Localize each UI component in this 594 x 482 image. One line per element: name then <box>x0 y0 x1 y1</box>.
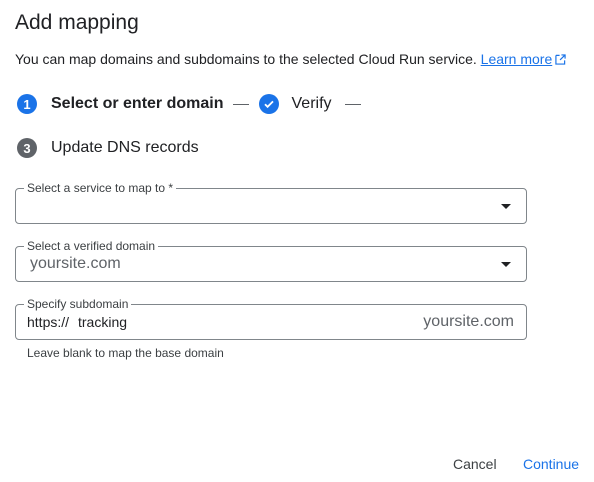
subdomain-field-label: Specify subdomain <box>24 297 132 311</box>
step-3-label: Update DNS records <box>51 139 199 156</box>
service-select[interactable]: Select a service to map to * <box>15 181 527 224</box>
step-3-number: 3 <box>17 138 37 158</box>
domain-select-label: Select a verified domain <box>24 239 159 253</box>
cancel-button[interactable]: Cancel <box>453 456 497 472</box>
domain-select[interactable]: Select a verified domain yoursite.com <box>15 239 527 282</box>
stepper: 1 Select or enter domain Verify <box>17 94 371 114</box>
service-select-label: Select a service to map to * <box>24 181 177 195</box>
check-icon <box>258 94 279 114</box>
domain-select-value: yoursite.com <box>30 255 121 272</box>
step-separator <box>344 103 361 105</box>
learn-more-link[interactable]: Learn more <box>481 51 567 67</box>
subdomain-hint: Leave blank to map the base domain <box>27 346 224 360</box>
step-1-number: 1 <box>17 94 37 114</box>
subdomain-prefix: https:// <box>27 314 70 330</box>
dialog-title: Add mapping <box>15 11 139 34</box>
subdomain-input[interactable]: tracking <box>78 314 127 330</box>
add-mapping-dialog: Add mapping You can map domains and subd… <box>0 0 594 482</box>
continue-button[interactable]: Continue <box>523 456 579 472</box>
subdomain-field[interactable]: Specify subdomain https:// tracking your… <box>15 297 527 340</box>
step-2-label: Verify <box>291 95 332 112</box>
dropdown-caret-icon <box>501 204 511 209</box>
step-3: 3 Update DNS records <box>17 138 199 158</box>
learn-more-label: Learn more <box>480 51 553 67</box>
step-1-label: Select or enter domain <box>51 95 224 112</box>
dropdown-caret-icon <box>501 262 511 267</box>
step-separator <box>232 103 249 105</box>
description-text: You can map domains and subdomains to th… <box>15 51 477 67</box>
dialog-description: You can map domains and subdomains to th… <box>15 51 566 68</box>
subdomain-suffix: yoursite.com <box>423 313 514 330</box>
external-link-icon <box>555 52 566 68</box>
